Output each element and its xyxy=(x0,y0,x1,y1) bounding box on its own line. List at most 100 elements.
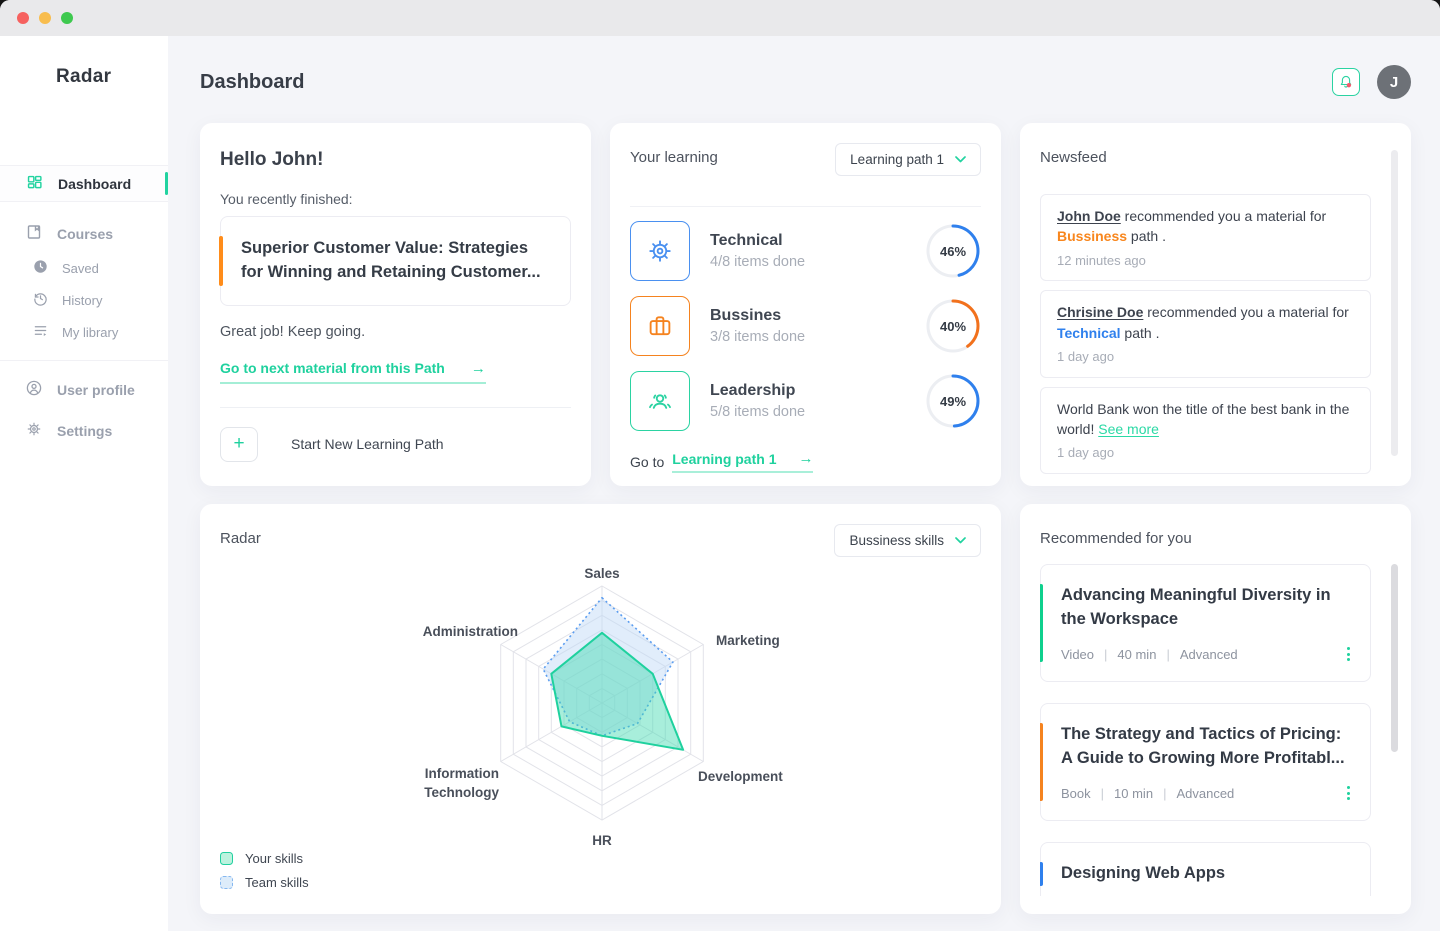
briefcase-icon xyxy=(630,296,690,356)
progress-percent: 46% xyxy=(925,223,981,279)
people-icon xyxy=(630,371,690,431)
svg-text:Administration: Administration xyxy=(423,624,518,639)
bell-icon xyxy=(1337,73,1355,91)
chart-legend: Your skills Team skills xyxy=(220,851,309,890)
scrollbar[interactable] xyxy=(1391,150,1398,456)
learning-item-bussines[interactable]: Bussines 3/8 items done 40% xyxy=(630,296,981,356)
arrow-right-icon: → xyxy=(471,360,486,377)
svg-text:Development: Development xyxy=(698,769,783,784)
kebab-menu-icon[interactable] xyxy=(1347,786,1350,800)
progress-ring: 40% xyxy=(925,298,981,354)
skills-dropdown[interactable]: Bussiness skills xyxy=(834,524,981,557)
sidebar-item-label: History xyxy=(62,293,102,308)
your-skills-swatch xyxy=(220,852,233,865)
team-skills-swatch xyxy=(220,876,233,889)
path-highlight: Technical xyxy=(1057,325,1121,341)
close-window-button[interactable] xyxy=(17,12,29,24)
material-title: Designing Web Apps xyxy=(1061,862,1350,886)
learning-item-progress: 4/8 items done xyxy=(710,254,805,270)
person-name: John Doe xyxy=(1057,208,1121,224)
start-new-path-label: Start New Learning Path xyxy=(291,436,444,452)
kebab-menu-icon[interactable] xyxy=(1347,647,1350,661)
sidebar-item-label: Saved xyxy=(62,261,99,276)
sidebar-item-history[interactable]: History xyxy=(0,284,168,316)
book-icon xyxy=(26,224,42,243)
recommended-item[interactable]: Advancing Meaningful Diversity in the Wo… xyxy=(1040,564,1371,682)
accent-bar xyxy=(1040,723,1043,801)
playlist-icon xyxy=(33,323,48,341)
see-more-link[interactable]: See more xyxy=(1098,421,1159,437)
learning-item-leadership[interactable]: Leadership 5/8 items done 49% xyxy=(630,371,981,431)
radar-chart: SalesMarketingDevelopmentHRInformationTe… xyxy=(200,504,1001,914)
material-title: The Strategy and Tactics of Pricing: A G… xyxy=(1061,723,1350,771)
newsfeed-text: John Doe recommended you a material for … xyxy=(1057,206,1354,247)
accent-bar xyxy=(1040,862,1043,886)
hello-card: Hello John! You recently finished: Super… xyxy=(200,123,591,486)
path-highlight: Bussiness xyxy=(1057,228,1127,244)
clock-filled-icon xyxy=(33,259,48,277)
sidebar-item-label: User profile xyxy=(57,382,135,398)
newsfeed-item[interactable]: John Doe recommended you a material for … xyxy=(1040,194,1371,281)
sidebar-item-user-profile[interactable]: User profile xyxy=(0,371,168,408)
sidebar-item-settings[interactable]: Settings xyxy=(0,412,168,449)
progress-ring: 46% xyxy=(925,223,981,279)
page-title: Dashboard xyxy=(200,71,304,94)
card-title: Newsfeed xyxy=(1040,149,1391,166)
start-new-path-row[interactable]: + Start New Learning Path xyxy=(220,427,571,462)
your-learning-card: Your learning Learning path 1 xyxy=(610,123,1001,486)
svg-text:Information: Information xyxy=(425,766,499,781)
newsfeed-text: World Bank won the title of the best ban… xyxy=(1057,399,1354,440)
newsfeed-card: Newsfeed John Doe recommended you a mate… xyxy=(1020,123,1411,486)
svg-text:Sales: Sales xyxy=(584,566,619,581)
user-icon xyxy=(26,380,42,399)
recommended-item[interactable]: The Strategy and Tactics of Pricing: A G… xyxy=(1040,703,1371,821)
finished-material-box[interactable]: Superior Customer Value: Strategies for … xyxy=(220,216,571,306)
progress-percent: 49% xyxy=(925,373,981,429)
sidebar-item-label: Courses xyxy=(57,226,113,242)
material-duration: 10 min xyxy=(1114,786,1153,801)
gear-icon xyxy=(26,421,42,440)
newsfeed-item[interactable]: Chrisine Doe recommended you a material … xyxy=(1040,290,1371,377)
newsfeed-item[interactable]: World Bank won the title of the best ban… xyxy=(1040,387,1371,474)
finished-material-title: Superior Customer Value: Strategies for … xyxy=(241,237,550,285)
plus-icon: + xyxy=(233,433,244,455)
learning-item-title: Technical xyxy=(710,232,805,250)
titlebar xyxy=(0,0,1440,36)
sidebar-divider xyxy=(0,360,168,361)
sidebar-item-saved[interactable]: Saved xyxy=(0,252,168,284)
learning-item-progress: 3/8 items done xyxy=(710,329,805,345)
notification-dot xyxy=(1347,83,1351,87)
notifications-button[interactable] xyxy=(1332,68,1360,96)
learning-item-technical[interactable]: Technical 4/8 items done 46% xyxy=(630,221,981,281)
chevron-down-icon xyxy=(955,537,966,544)
dropdown-value: Bussiness skills xyxy=(849,533,944,548)
learning-path-dropdown[interactable]: Learning path 1 xyxy=(835,143,981,176)
recently-finished-label: You recently finished: xyxy=(220,191,571,207)
recommended-card: Recommended for you Advancing Meaningful… xyxy=(1020,504,1411,914)
sidebar-item-courses[interactable]: Courses xyxy=(0,215,168,252)
sidebar-item-label: Settings xyxy=(57,423,112,439)
accent-bar xyxy=(1040,584,1043,662)
newsfeed-text: Chrisine Doe recommended you a material … xyxy=(1057,302,1354,343)
dashboard-grid-icon xyxy=(26,174,43,194)
card-title: Radar xyxy=(220,530,261,547)
sidebar: Radar Dashboard xyxy=(0,36,168,931)
card-title: Your learning xyxy=(630,149,718,166)
gear-icon xyxy=(630,221,690,281)
active-indicator xyxy=(165,172,168,195)
recommended-item[interactable]: Designing Web Apps xyxy=(1040,842,1371,896)
encouragement-text: Great job! Keep going. xyxy=(220,324,571,340)
add-learning-path-button[interactable]: + xyxy=(220,427,258,462)
recommended-list: Advancing Meaningful Diversity in the Wo… xyxy=(1040,564,1391,896)
arrow-right-icon: → xyxy=(798,450,813,467)
minimize-window-button[interactable] xyxy=(39,12,51,24)
sidebar-item-dashboard[interactable]: Dashboard xyxy=(0,165,168,202)
avatar[interactable]: J xyxy=(1377,65,1411,99)
scrollbar[interactable] xyxy=(1391,564,1398,752)
material-type: Book xyxy=(1061,786,1091,801)
goto-learning-path-link[interactable]: Learning path 1 → xyxy=(672,450,813,473)
maximize-window-button[interactable] xyxy=(61,12,73,24)
history-clock-icon xyxy=(33,291,48,309)
next-material-link[interactable]: Go to next material from this Path → xyxy=(220,360,486,384)
sidebar-item-my-library[interactable]: My library xyxy=(0,316,168,348)
